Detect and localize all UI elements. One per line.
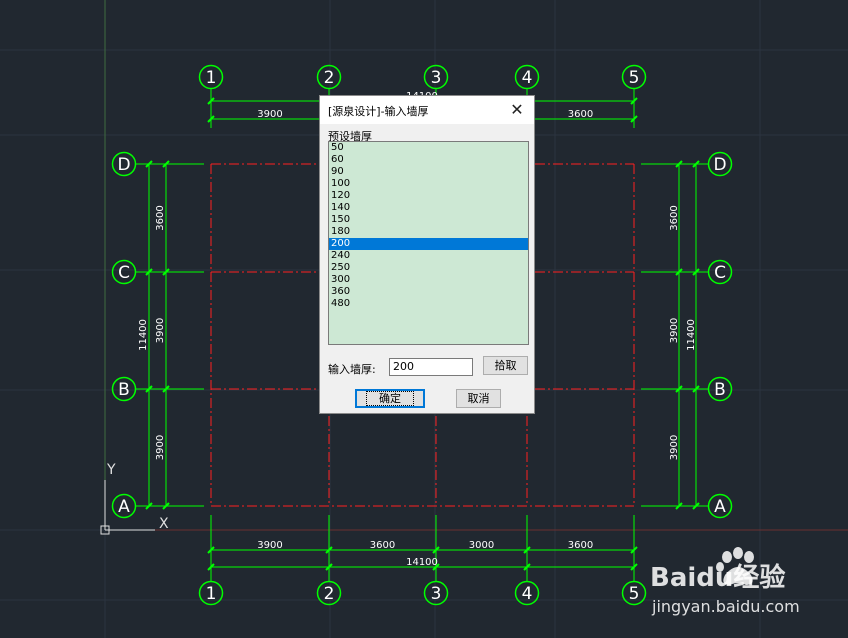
axis-bubble-label: A (118, 497, 130, 517)
wall-thickness-dialog: [源泉设计]-输入墙厚 ✕ 预设墙厚 50 60 90 100 120 140 150 180… (319, 95, 535, 414)
dimension-text: 11400 (686, 319, 697, 351)
dimension-text: 14100 (406, 557, 438, 568)
dimension-text: 11400 (138, 319, 149, 351)
dimension-text: 3600 (568, 109, 593, 120)
axis-bubble-label: 5 (629, 68, 640, 88)
axis-bubble-label: 2 (324, 68, 335, 88)
dimension-text: 3900 (257, 109, 282, 120)
preset-item[interactable]: 100 (329, 178, 528, 190)
axis-bubble-label: 4 (522, 68, 533, 88)
axis-bubble-label: 4 (522, 584, 533, 604)
axis-bubble-label: 3 (431, 584, 442, 604)
preset-item[interactable]: 50 (329, 142, 528, 154)
preset-item[interactable]: 200 (329, 238, 528, 250)
dimension-text: 3900 (257, 540, 282, 551)
dimension-text: 3900 (155, 318, 166, 343)
ucs-y-label: Y (106, 462, 116, 478)
watermark-brand: Baidu经验 (650, 563, 786, 593)
dimension-text: 3600 (155, 205, 166, 230)
dimension-text: 3900 (155, 435, 166, 460)
dimension-text: 3600 (669, 205, 680, 230)
preset-item[interactable]: 300 (329, 274, 528, 286)
preset-item[interactable]: 180 (329, 226, 528, 238)
axis-bubble-label: A (714, 497, 726, 517)
axis-bubble-label: D (713, 155, 726, 175)
dimension-text: 3900 (669, 435, 680, 460)
close-icon[interactable]: ✕ (506, 99, 528, 121)
axis-bubble-label: 1 (206, 584, 217, 604)
preset-thickness-list[interactable]: 50 60 90 100 120 140 150 180 200 240 250 300 360 480 (328, 141, 529, 345)
axis-bubble-label: 3 (431, 68, 442, 88)
dimension-text: 3000 (469, 540, 494, 551)
preset-item[interactable]: 60 (329, 154, 528, 166)
axis-bubble-label: 5 (629, 584, 640, 604)
thickness-input[interactable]: 200 (389, 358, 473, 376)
watermark-url: jingyan.baidu.com (652, 597, 800, 616)
ucs-icon: Y X (100, 462, 169, 535)
dimension-text: 3900 (669, 318, 680, 343)
baidu-watermark: Baidu经验 jingyan.baidu.com (650, 545, 810, 625)
axis-bubble-label: B (118, 380, 130, 400)
axis-bubble-label: B (714, 380, 726, 400)
preset-item[interactable]: 120 (329, 190, 528, 202)
ok-button[interactable]: 确定 (355, 389, 425, 408)
preset-item[interactable]: 480 (329, 298, 528, 310)
preset-item[interactable]: 140 (329, 202, 528, 214)
preset-item[interactable]: 90 (329, 166, 528, 178)
dimension-text: 3600 (568, 540, 593, 551)
axis-bubble-label: C (118, 263, 130, 283)
axis-bubble-label: C (714, 263, 726, 283)
axis-bubble-label: 2 (324, 584, 335, 604)
cancel-button[interactable]: 取消 (456, 389, 501, 408)
axis-bubble-label: D (117, 155, 130, 175)
input-thickness-label: 输入墙厚: (328, 363, 376, 376)
dialog-titlebar[interactable]: [源泉设计]-输入墙厚 ✕ (320, 96, 534, 124)
dialog-title: [源泉设计]-输入墙厚 (328, 105, 429, 118)
ok-button-label: 确定 (366, 391, 414, 406)
preset-item[interactable]: 360 (329, 286, 528, 298)
pick-button[interactable]: 拾取 (483, 356, 528, 375)
preset-item[interactable]: 240 (329, 250, 528, 262)
preset-item[interactable]: 150 (329, 214, 528, 226)
axis-bubble-label: 1 (206, 68, 217, 88)
preset-item[interactable]: 250 (329, 262, 528, 274)
dimension-text: 3600 (370, 540, 395, 551)
ucs-x-label: X (159, 516, 169, 532)
